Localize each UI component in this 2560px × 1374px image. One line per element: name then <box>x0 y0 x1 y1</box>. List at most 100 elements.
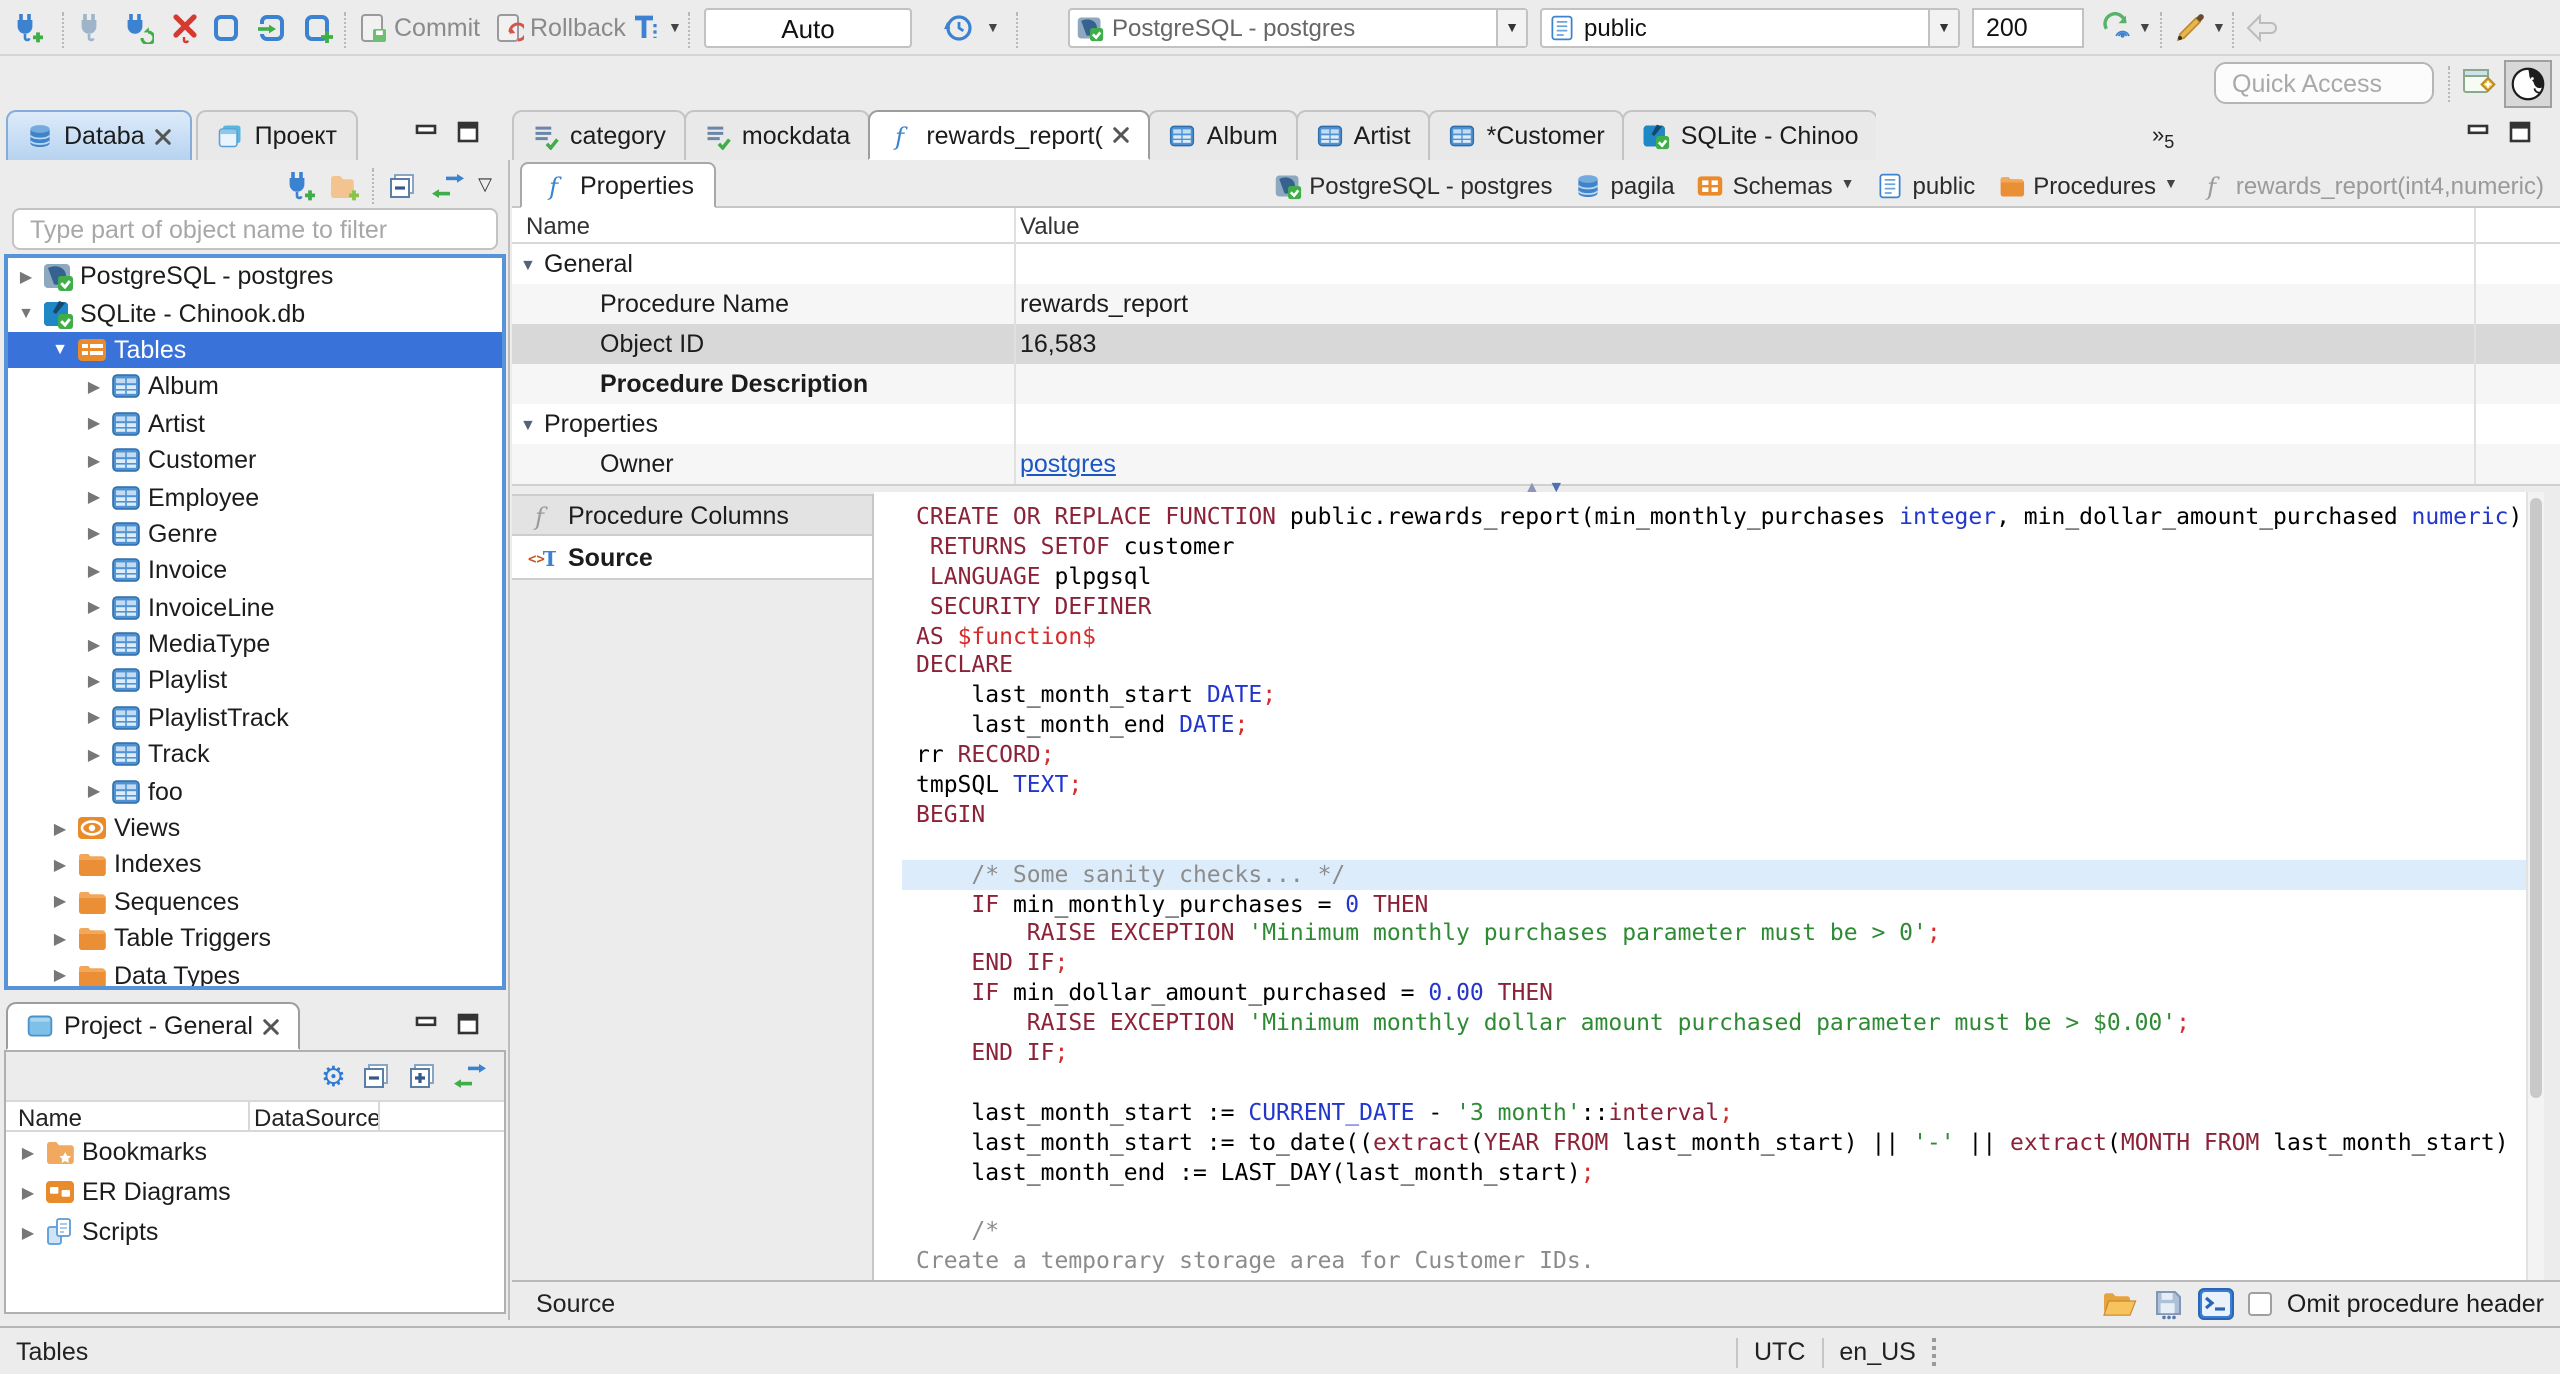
breadcrumb-item-pagila[interactable]: pagila <box>1575 171 1675 199</box>
minimize-icon[interactable] <box>414 120 438 144</box>
status-timezone[interactable]: UTC <box>1754 1338 1805 1366</box>
breadcrumb-item-schemas[interactable]: Schemas ▼ <box>1697 171 1855 199</box>
quick-access-input[interactable] <box>2214 62 2434 104</box>
tree-item-track[interactable]: ▶ Track <box>8 736 502 773</box>
chevron-right-icon[interactable]: ▶ <box>84 488 104 506</box>
editor-tab-artist[interactable]: Artist <box>1295 110 1431 160</box>
connection-dropdown-icon[interactable]: ▼ <box>1496 10 1526 46</box>
subtab-procedure-columns[interactable]: f Procedure Columns <box>512 494 872 536</box>
omit-procedure-header-checkbox[interactable] <box>2248 1291 2273 1315</box>
chevron-right-icon[interactable]: ▶ <box>84 451 104 469</box>
close-icon[interactable] <box>263 1017 281 1035</box>
breadcrumb-item-rewards-report-int4-numeric[interactable]: f rewards_report(int4,numeric) <box>2200 171 2544 199</box>
reconnect-icon[interactable] <box>122 12 154 44</box>
editor-tab-mockdata[interactable]: mockdata <box>683 110 871 160</box>
tab-project-explorer[interactable]: Проект <box>196 110 357 160</box>
panel-splitter[interactable] <box>508 160 510 1320</box>
new-sql-editor-icon[interactable] <box>256 12 288 44</box>
rollback-icon[interactable] <box>492 12 524 44</box>
chevron-right-icon[interactable]: ▶ <box>50 966 70 984</box>
chevron-down-icon[interactable]: ▼ <box>1841 178 1855 192</box>
chevron-down-icon[interactable]: ▼ <box>50 341 70 359</box>
chevron-right-icon[interactable]: ▶ <box>84 746 104 764</box>
dbeaver-perspective-icon[interactable] <box>2504 60 2552 108</box>
breadcrumb-item-public[interactable]: public <box>1877 171 1975 199</box>
chevron-right-icon[interactable]: ▶ <box>84 635 104 653</box>
tree-item-employee[interactable]: ▶ Employee <box>8 479 502 516</box>
close-icon[interactable] <box>155 127 173 145</box>
minimize-icon[interactable] <box>414 1012 438 1036</box>
tab-database-navigator[interactable]: Databa <box>6 110 193 160</box>
chevron-right-icon[interactable]: ▶ <box>84 525 104 543</box>
status-locale[interactable]: en_US <box>1839 1338 1915 1366</box>
column-divider[interactable] <box>248 1102 250 1130</box>
expand-all-icon[interactable] <box>406 1060 438 1092</box>
chevron-down-icon[interactable]: ▼ <box>2164 178 2178 192</box>
grid-row-procedure-description[interactable]: Procedure Description <box>512 364 2560 404</box>
tree-item-sequences[interactable]: ▶ Sequences <box>8 883 502 920</box>
gear-icon[interactable]: ⚙ <box>321 1062 346 1090</box>
grid-row-general[interactable]: ▼ General <box>512 244 2560 284</box>
chevron-right-icon[interactable]: ▶ <box>84 378 104 396</box>
active-schema-combo[interactable]: public ▼ <box>1540 8 1960 48</box>
editor-tab-sqlite-chinoo[interactable]: SQLite - Chinoo <box>1622 110 1877 160</box>
grid-row-object-id[interactable]: Object ID 16,583 <box>512 324 2560 364</box>
navigator-filter-input[interactable] <box>12 208 498 250</box>
column-divider[interactable] <box>1014 208 1016 484</box>
chevron-down-icon[interactable]: ▼ <box>16 304 36 322</box>
tab-overflow-button[interactable]: »5 <box>2152 124 2174 152</box>
editor-tab-album[interactable]: Album <box>1148 110 1298 160</box>
save-icon[interactable] <box>2153 1287 2185 1319</box>
source-viewer[interactable]: CREATE OR REPLACE FUNCTION public.reward… <box>874 492 2544 1280</box>
chevron-right-icon[interactable]: ▶ <box>18 1183 38 1201</box>
editor-tab-category[interactable]: category <box>512 110 686 160</box>
chevron-down-icon[interactable]: ▼ <box>520 415 536 433</box>
view-menu-icon[interactable]: ▽ <box>478 174 492 196</box>
property-value[interactable]: postgres <box>1020 450 1116 478</box>
column-name[interactable]: Name <box>526 212 590 240</box>
chevron-right-icon[interactable]: ▶ <box>84 598 104 616</box>
magic-pen-dropdown-icon[interactable]: ▼ <box>2212 22 2226 36</box>
transaction-mode-icon[interactable] <box>630 12 662 44</box>
open-sql-script-icon[interactable] <box>302 12 334 44</box>
maximize-icon[interactable] <box>2508 120 2532 144</box>
maximize-icon[interactable] <box>456 120 480 144</box>
tab-properties[interactable]: f Properties <box>520 162 716 208</box>
column-name[interactable]: Name <box>18 1104 82 1132</box>
rollback-button[interactable]: Rollback <box>530 14 626 42</box>
tree-item-tables[interactable]: ▼ Tables <box>8 331 502 369</box>
commit-button[interactable]: Commit <box>394 14 480 42</box>
tree-item-album[interactable]: ▶ Album <box>8 368 502 405</box>
tree-item-foo[interactable]: ▶ foo <box>8 773 502 810</box>
project-item-bookmarks[interactable]: ▶ Bookmarks <box>6 1132 504 1172</box>
database-navigator-tree[interactable]: ▶ PostgreSQL - postgres ▼ SQLite - Chinook.… <box>4 254 506 990</box>
disconnect-icon[interactable] <box>170 12 202 44</box>
tree-item-postgresql-postgres[interactable]: ▶ PostgreSQL - postgres <box>8 258 502 295</box>
history-dropdown-icon[interactable]: ▼ <box>986 22 1000 36</box>
auto-commit-combo[interactable]: Auto <box>704 8 912 48</box>
chevron-right-icon[interactable]: ▶ <box>84 672 104 690</box>
schema-dropdown-icon[interactable]: ▼ <box>1928 10 1958 46</box>
chevron-right-icon[interactable]: ▶ <box>50 893 70 911</box>
collapse-all-icon[interactable] <box>386 169 418 201</box>
editor-tab-rewards-report[interactable]: f rewards_report( <box>868 110 1151 160</box>
transaction-mode-dropdown-icon[interactable]: ▼ <box>668 22 682 36</box>
chevron-down-icon[interactable]: ▼ <box>520 255 536 273</box>
tree-item-customer[interactable]: ▶ Customer <box>8 442 502 479</box>
tree-item-invoiceline[interactable]: ▶ InvoiceLine <box>8 589 502 626</box>
chevron-right-icon[interactable]: ▶ <box>84 709 104 727</box>
breadcrumb-item-procedures[interactable]: Procedures ▼ <box>1997 171 2178 199</box>
magic-pen-icon[interactable] <box>2174 12 2206 44</box>
tree-item-artist[interactable]: ▶ Artist <box>8 405 502 442</box>
chevron-right-icon[interactable]: ▶ <box>84 782 104 800</box>
chevron-right-icon[interactable]: ▶ <box>50 819 70 837</box>
open-file-icon[interactable] <box>2103 1287 2139 1319</box>
tree-item-table-triggers[interactable]: ▶ Table Triggers <box>8 920 502 957</box>
column-value[interactable]: Value <box>1020 212 1080 240</box>
fetch-size-input[interactable] <box>1972 8 2084 48</box>
maximize-icon[interactable] <box>456 1012 480 1036</box>
column-divider[interactable] <box>2474 208 2476 484</box>
chevron-right-icon[interactable]: ▶ <box>84 415 104 433</box>
transaction-log-icon[interactable] <box>210 12 242 44</box>
new-connection-icon[interactable] <box>284 169 316 201</box>
